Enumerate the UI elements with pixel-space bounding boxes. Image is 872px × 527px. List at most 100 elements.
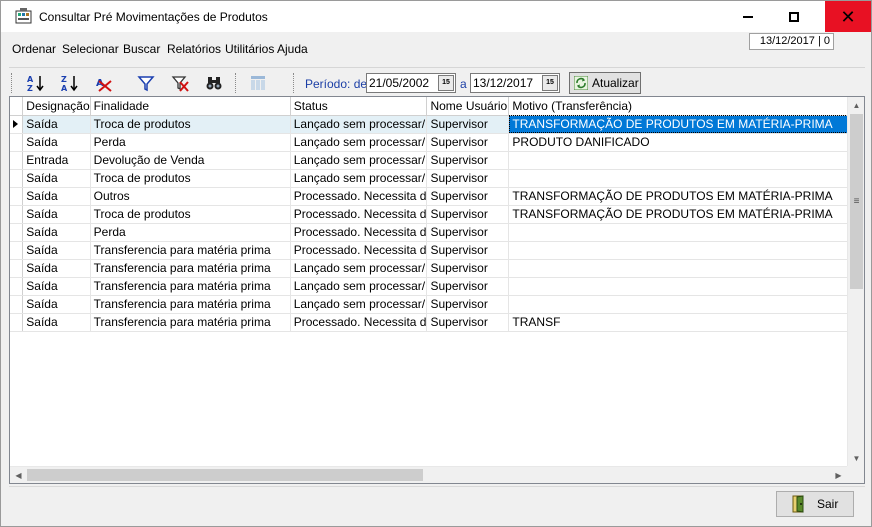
scroll-left-arrow-icon[interactable]: ◀ — [10, 467, 27, 483]
refresh-button[interactable]: Atualizar — [569, 72, 641, 94]
cell-status[interactable]: Lançado sem processar/ — [290, 259, 428, 278]
cell-finalidade[interactable]: Outros — [90, 187, 291, 206]
sort-descending-icon[interactable]: ZA — [59, 73, 81, 93]
columns-icon[interactable] — [247, 73, 269, 93]
menu-selecionar[interactable]: Selecionar — [62, 42, 119, 56]
table-row[interactable]: Saída Transferencia para matéria prima Pro… — [10, 313, 864, 332]
table-row[interactable]: Saída Outros Processado. Necessita d Superv… — [10, 187, 864, 206]
cell-nome-usuario[interactable]: Supervisor — [426, 187, 510, 206]
cell-designacao[interactable]: Saída — [22, 259, 91, 278]
cell-nome-usuario[interactable]: Supervisor — [426, 115, 510, 134]
date-from-input[interactable]: 21/05/2002 15 — [366, 73, 456, 93]
cell-finalidade[interactable]: Transferencia para matéria prima — [90, 241, 291, 260]
row-indicator[interactable] — [10, 295, 24, 314]
cell-motivo[interactable]: TRANSFORMAÇÃO DE PRODUTOS EM MATÉRIA-PRI… — [508, 205, 864, 224]
menu-utilitarios[interactable]: Utilitários — [225, 42, 274, 56]
cell-designacao[interactable]: Saída — [22, 205, 91, 224]
minimize-button[interactable] — [725, 1, 771, 32]
table-row[interactable]: Saída Perda Processado. Necessita d Supervi… — [10, 223, 864, 242]
cell-designacao[interactable]: Entrada — [22, 151, 91, 170]
column-header-status[interactable]: Status — [290, 97, 428, 116]
column-header-finalidade[interactable]: Finalidade — [90, 97, 291, 116]
cell-nome-usuario[interactable]: Supervisor — [426, 169, 510, 188]
cell-designacao[interactable]: Saída — [22, 241, 91, 260]
cell-designacao[interactable]: Saída — [22, 223, 91, 242]
binoculars-search-icon[interactable] — [203, 73, 225, 93]
cell-nome-usuario[interactable]: Supervisor — [426, 241, 510, 260]
maximize-button[interactable] — [771, 1, 817, 32]
cell-nome-usuario[interactable]: Supervisor — [426, 133, 510, 152]
cell-designacao[interactable]: Saída — [22, 277, 91, 296]
cell-status[interactable]: Processado. Necessita d — [290, 241, 428, 260]
menu-ajuda[interactable]: Ajuda — [277, 42, 308, 56]
cell-nome-usuario[interactable]: Supervisor — [426, 313, 510, 332]
column-header-nome-usuario[interactable]: Nome Usuário — [426, 97, 510, 116]
horizontal-scrollbar[interactable]: ◀ ▶ — [10, 466, 847, 483]
vertical-scrollbar[interactable]: ▲ ≡ ▼ — [847, 97, 864, 467]
cell-motivo[interactable] — [508, 259, 864, 278]
cell-nome-usuario[interactable]: Supervisor — [426, 223, 510, 242]
cell-motivo[interactable] — [508, 169, 864, 188]
row-indicator[interactable] — [10, 115, 24, 134]
cell-finalidade[interactable]: Transferencia para matéria prima — [90, 295, 291, 314]
cell-finalidade[interactable]: Transferencia para matéria prima — [90, 259, 291, 278]
cell-status[interactable]: Lançado sem processar/ — [290, 295, 428, 314]
calendar-to-button[interactable]: 15 — [542, 75, 558, 91]
row-indicator[interactable] — [10, 133, 24, 152]
row-indicator[interactable] — [10, 241, 24, 260]
cell-status[interactable]: Lançado sem processar/ — [290, 115, 428, 134]
cell-designacao[interactable]: Saída — [22, 187, 91, 206]
exit-button[interactable]: Sair — [776, 491, 854, 517]
row-indicator[interactable] — [10, 259, 24, 278]
cell-motivo[interactable]: TRANSFORMAÇÃO DE PRODUTOS EM MATÉRIA-PRI… — [508, 187, 864, 206]
table-row[interactable]: Saída Troca de produtos Lançado sem proces… — [10, 169, 864, 188]
cell-status[interactable]: Lançado sem processar/ — [290, 151, 428, 170]
sort-ascending-icon[interactable]: AZ — [25, 73, 47, 93]
row-indicator[interactable] — [10, 223, 24, 242]
table-row[interactable]: Saída Troca de produtos Processado. Necess… — [10, 205, 864, 224]
scroll-down-arrow-icon[interactable]: ▼ — [848, 450, 864, 467]
cell-status[interactable]: Lançado sem processar/ — [290, 133, 428, 152]
vertical-scroll-thumb[interactable]: ≡ — [850, 114, 863, 289]
cell-status[interactable]: Processado. Necessita d — [290, 313, 428, 332]
cell-status[interactable]: Processado. Necessita d — [290, 187, 428, 206]
table-row[interactable]: Saída Transferencia para matéria prima Lan… — [10, 295, 864, 314]
row-indicator[interactable] — [10, 313, 24, 332]
cell-motivo[interactable] — [508, 277, 864, 296]
close-button[interactable]: ✕ — [825, 1, 871, 32]
table-row[interactable]: Saída Transferencia para matéria prima Pro… — [10, 241, 864, 260]
scroll-up-arrow-icon[interactable]: ▲ — [848, 97, 864, 114]
cell-motivo[interactable]: TRANSF — [508, 313, 864, 332]
cell-finalidade[interactable]: Troca de produtos — [90, 115, 291, 134]
toolbar-grip-2[interactable] — [293, 73, 295, 93]
cell-designacao[interactable]: Saída — [22, 295, 91, 314]
data-grid[interactable]: Designação Finalidade Status Nome Usuári… — [9, 96, 865, 484]
cell-designacao[interactable]: Saída — [22, 115, 91, 134]
filter-icon[interactable] — [135, 73, 157, 93]
column-header-designacao[interactable]: Designação — [22, 97, 91, 116]
cell-nome-usuario[interactable]: Supervisor — [426, 259, 510, 278]
row-indicator[interactable] — [10, 169, 24, 188]
toolbar-grip[interactable] — [11, 73, 13, 93]
table-row[interactable]: Saída Perda Lançado sem processar/Supervis… — [10, 133, 864, 152]
cell-status[interactable]: Processado. Necessita d — [290, 205, 428, 224]
cell-finalidade[interactable]: Perda — [90, 133, 291, 152]
cell-status[interactable]: Processado. Necessita d — [290, 223, 428, 242]
cell-designacao[interactable]: Saída — [22, 169, 91, 188]
table-row[interactable]: Saída Transferencia para matéria prima Lan… — [10, 259, 864, 278]
column-header-motivo[interactable]: Motivo (Transferência) — [508, 97, 864, 116]
cell-finalidade[interactable]: Perda — [90, 223, 291, 242]
cell-motivo[interactable]: PRODUTO DANIFICADO — [508, 133, 864, 152]
cell-motivo[interactable] — [508, 295, 864, 314]
table-row[interactable]: Saída Troca de produtos Lançado sem proces… — [10, 115, 864, 134]
cell-motivo[interactable] — [508, 241, 864, 260]
row-indicator[interactable] — [10, 151, 24, 170]
cell-motivo[interactable] — [508, 151, 864, 170]
row-indicator[interactable] — [10, 205, 24, 224]
cell-status[interactable]: Lançado sem processar/ — [290, 277, 428, 296]
menu-relatorios[interactable]: Relatórios — [167, 42, 221, 56]
row-indicator[interactable] — [10, 187, 24, 206]
cell-nome-usuario[interactable]: Supervisor — [426, 295, 510, 314]
cell-finalidade[interactable]: Devolução de Venda — [90, 151, 291, 170]
calendar-from-button[interactable]: 15 — [438, 75, 454, 91]
